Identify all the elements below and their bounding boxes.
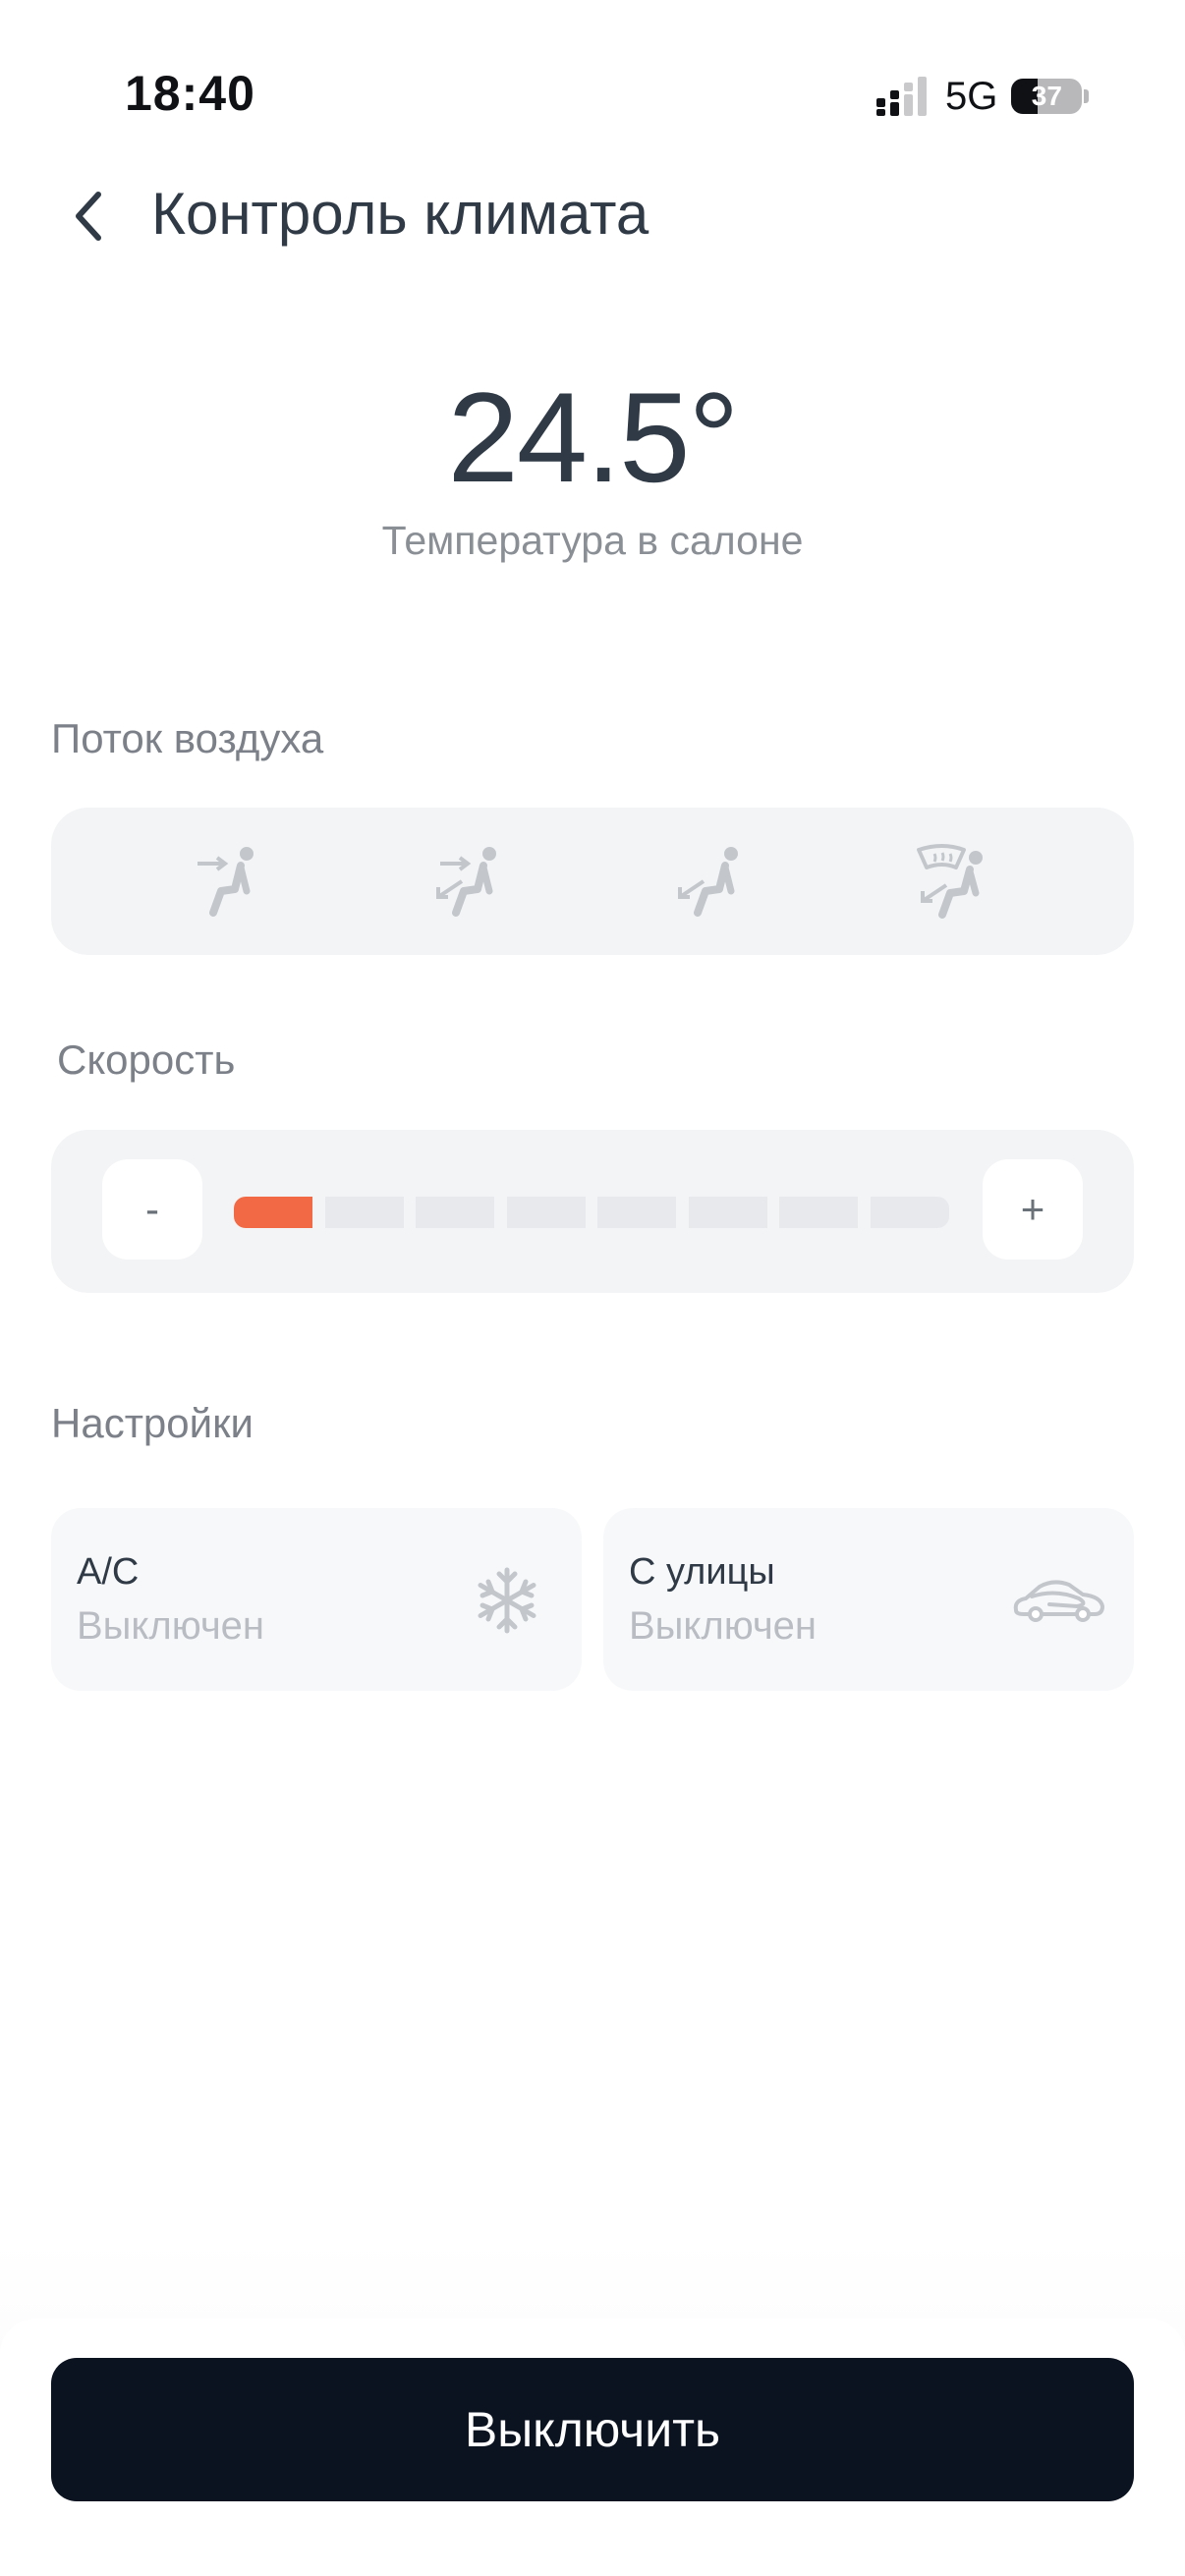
speed-section-label: Скорость bbox=[57, 1036, 236, 1083]
speed-decrease-button[interactable]: - bbox=[102, 1159, 202, 1260]
airflow-feet-button[interactable] bbox=[659, 827, 767, 935]
back-button[interactable] bbox=[59, 177, 118, 255]
speed-segment[interactable] bbox=[416, 1197, 494, 1228]
airflow-section-label: Поток воздуха bbox=[51, 715, 324, 761]
status-indicators: 5G 37 bbox=[875, 71, 1090, 122]
speed-segment[interactable] bbox=[234, 1197, 312, 1228]
battery-icon: 37 bbox=[1011, 79, 1083, 114]
speed-segment[interactable] bbox=[779, 1197, 858, 1228]
speed-segment[interactable] bbox=[597, 1197, 676, 1228]
airflow-mode-panel bbox=[51, 808, 1134, 955]
ac-toggle-card[interactable]: A/C Выключен bbox=[51, 1508, 582, 1691]
outside-air-title: С улицы bbox=[629, 1551, 775, 1593]
feet-windshield-airflow-icon bbox=[917, 844, 984, 919]
battery-level: 37 bbox=[1031, 81, 1062, 111]
airflow-feet-windshield-button[interactable] bbox=[900, 827, 1008, 935]
cabin-temperature-value: 24.5° bbox=[447, 365, 739, 509]
snowflake-icon bbox=[458, 1551, 556, 1650]
airflow-face-feet-button[interactable] bbox=[418, 827, 526, 935]
page-title: Контроль климата bbox=[151, 181, 649, 247]
feet-airflow-icon bbox=[677, 847, 738, 917]
speed-segment[interactable] bbox=[506, 1197, 586, 1228]
speed-segment[interactable] bbox=[688, 1197, 767, 1228]
car-airflow-icon bbox=[1010, 1551, 1108, 1650]
status-time: 18:40 bbox=[125, 66, 255, 121]
network-label: 5G bbox=[945, 74, 998, 118]
turn-off-button[interactable]: Выключить bbox=[51, 2358, 1134, 2501]
face-airflow-icon bbox=[197, 847, 254, 917]
ac-title: A/C bbox=[77, 1551, 140, 1593]
outside-air-toggle-card[interactable]: С улицы Выключен bbox=[603, 1508, 1134, 1691]
face-feet-airflow-icon bbox=[436, 847, 497, 917]
cabin-temperature-label: Температура в салоне bbox=[381, 518, 804, 563]
speed-segment[interactable] bbox=[324, 1197, 404, 1228]
settings-section-label: Настройки bbox=[51, 1400, 254, 1446]
signal-icon bbox=[876, 77, 927, 116]
speed-increase-button[interactable]: + bbox=[983, 1159, 1083, 1260]
ac-status: Выключен bbox=[77, 1604, 265, 1648]
outside-air-status: Выключен bbox=[629, 1604, 818, 1648]
battery-tip bbox=[1084, 89, 1090, 103]
airflow-face-button[interactable] bbox=[177, 827, 285, 935]
chevron-left-icon bbox=[76, 192, 101, 241]
fan-speed-panel: - + bbox=[51, 1130, 1134, 1293]
speed-segment[interactable] bbox=[870, 1197, 949, 1228]
